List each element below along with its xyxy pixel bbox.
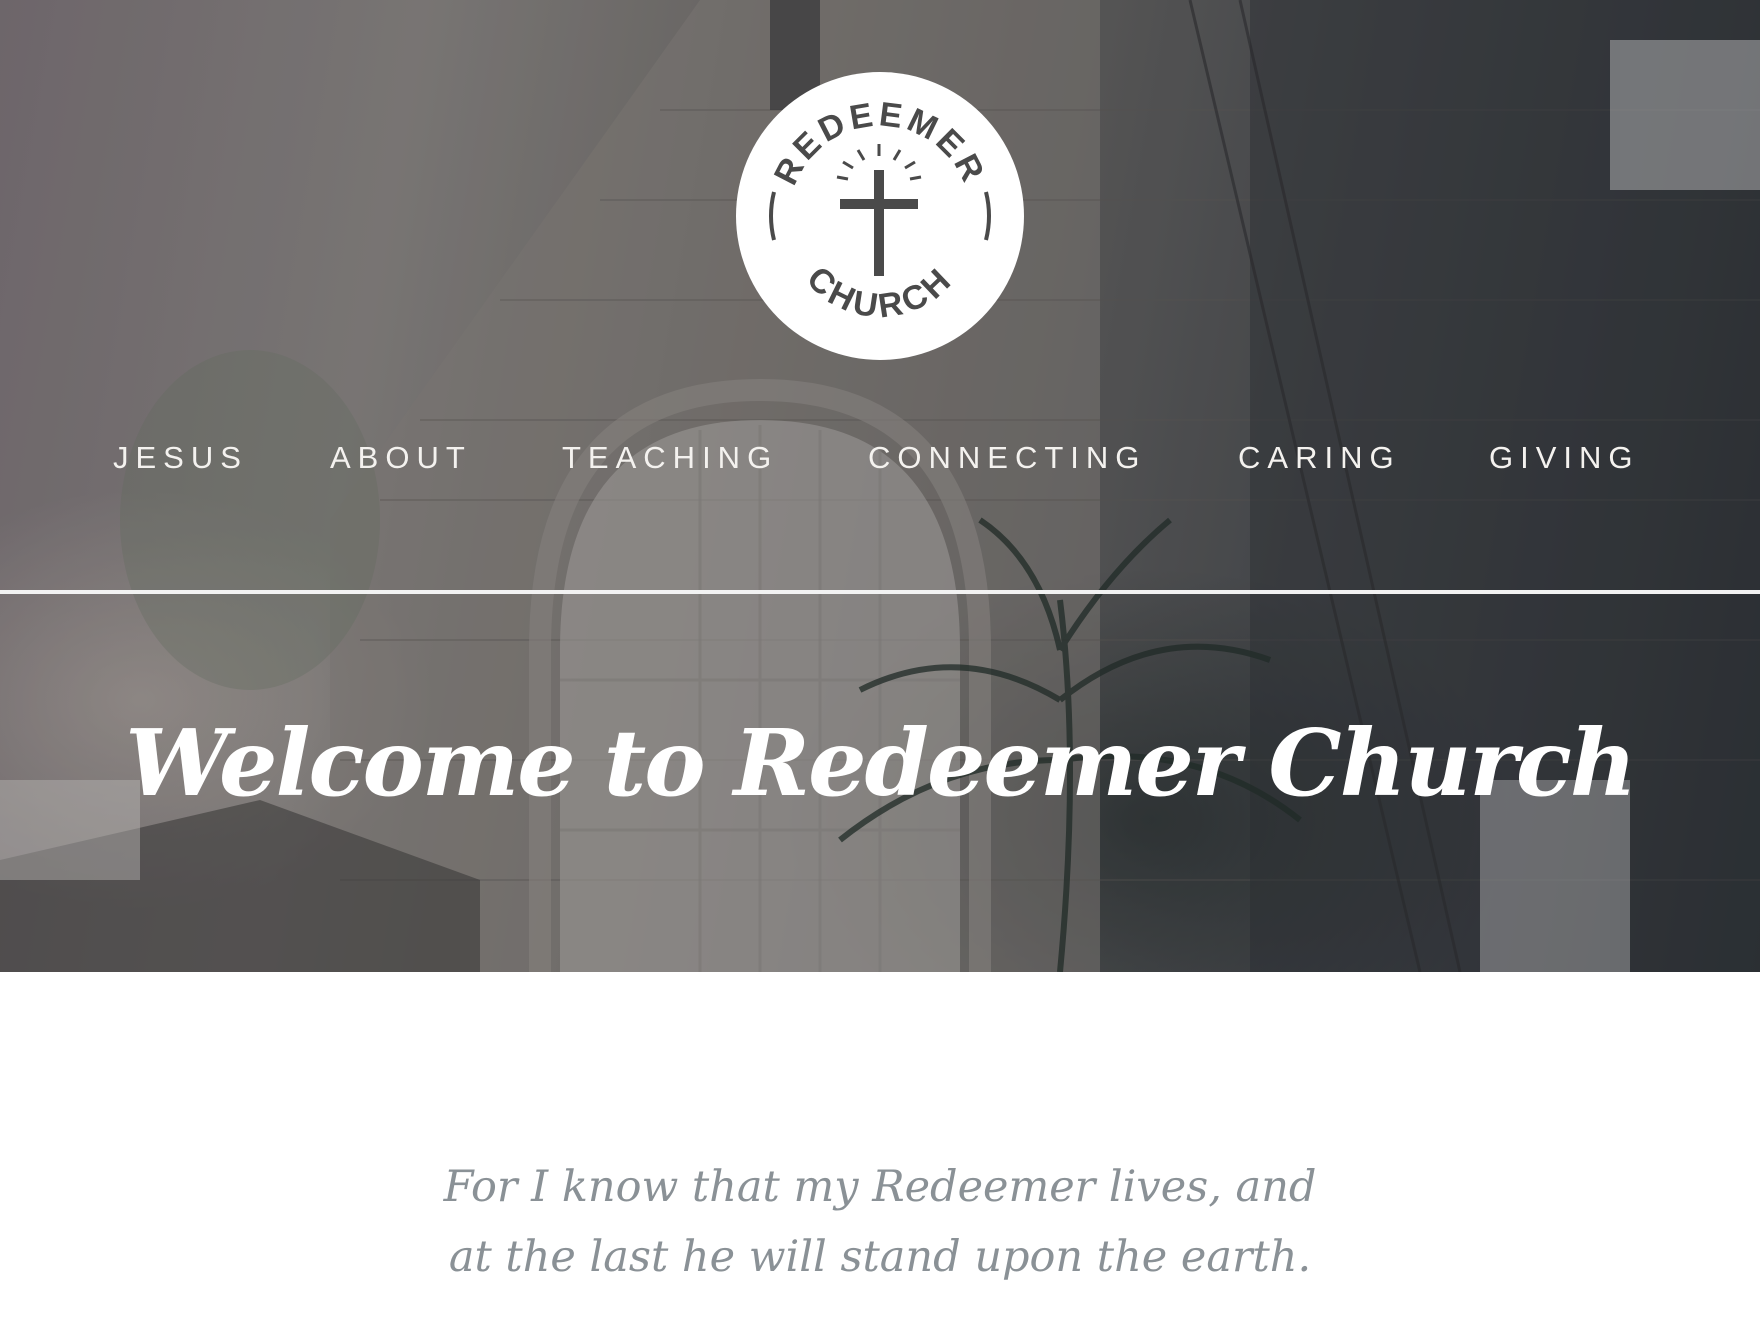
- main-navigation: JESUS ABOUT TEACHING CONNECTING CARING G…: [0, 440, 1760, 480]
- verse-line-2: at the last he will stand upon the earth…: [448, 1232, 1312, 1282]
- scripture-verse: For I know that my Redeemer lives, and a…: [0, 1152, 1760, 1292]
- nav-item-connecting[interactable]: CONNECTING: [868, 440, 1146, 476]
- nav-item-caring[interactable]: CARING: [1238, 440, 1401, 476]
- nav-item-about[interactable]: ABOUT: [330, 440, 472, 476]
- nav-divider: [0, 590, 1760, 594]
- nav-item-giving[interactable]: GIVING: [1489, 440, 1640, 476]
- nav-item-teaching[interactable]: TEACHING: [562, 440, 778, 476]
- verse-line-1: For I know that my Redeemer lives, and: [443, 1162, 1317, 1212]
- nav-item-jesus[interactable]: JESUS: [113, 440, 248, 476]
- hero-banner: REDEEMER CHURCH JESUS ABOUT TEACHING CON…: [0, 0, 1760, 972]
- hero-heading: Welcome to Redeemer Church: [125, 709, 1637, 817]
- church-logo[interactable]: REDEEMER CHURCH: [736, 72, 1024, 360]
